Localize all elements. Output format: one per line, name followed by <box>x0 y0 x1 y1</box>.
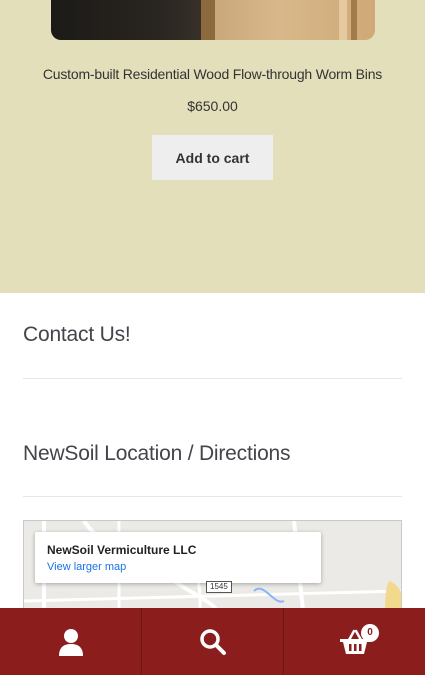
user-icon <box>58 628 83 656</box>
handheld-footer-bar: 0 <box>0 608 425 675</box>
my-account-button[interactable] <box>0 608 141 675</box>
product-title[interactable]: Custom-built Residential Wood Flow-throu… <box>0 66 425 82</box>
road-number-badge: 1545 <box>206 581 232 593</box>
divider <box>23 496 402 497</box>
embedded-map[interactable]: NewSoil Vermiculture LLC View larger map… <box>23 520 402 620</box>
cart-count-badge: 0 <box>361 624 379 642</box>
product-price: $650.00 <box>187 98 238 114</box>
contact-widget-title: Contact Us! <box>23 323 131 346</box>
cart-button[interactable]: 0 <box>283 608 425 675</box>
view-larger-map-link[interactable]: View larger map <box>47 561 126 573</box>
product-image[interactable] <box>51 0 375 40</box>
search-icon <box>199 628 226 655</box>
product-card: Custom-built Residential Wood Flow-throu… <box>0 0 425 293</box>
map-place-name: NewSoil Vermiculture LLC <box>47 543 197 557</box>
add-to-cart-button[interactable]: Add to cart <box>152 135 273 180</box>
divider <box>23 378 402 379</box>
map-info-card: NewSoil Vermiculture LLC View larger map <box>35 532 321 583</box>
location-widget-title: NewSoil Location / Directions <box>23 442 291 465</box>
search-button[interactable] <box>141 608 283 675</box>
